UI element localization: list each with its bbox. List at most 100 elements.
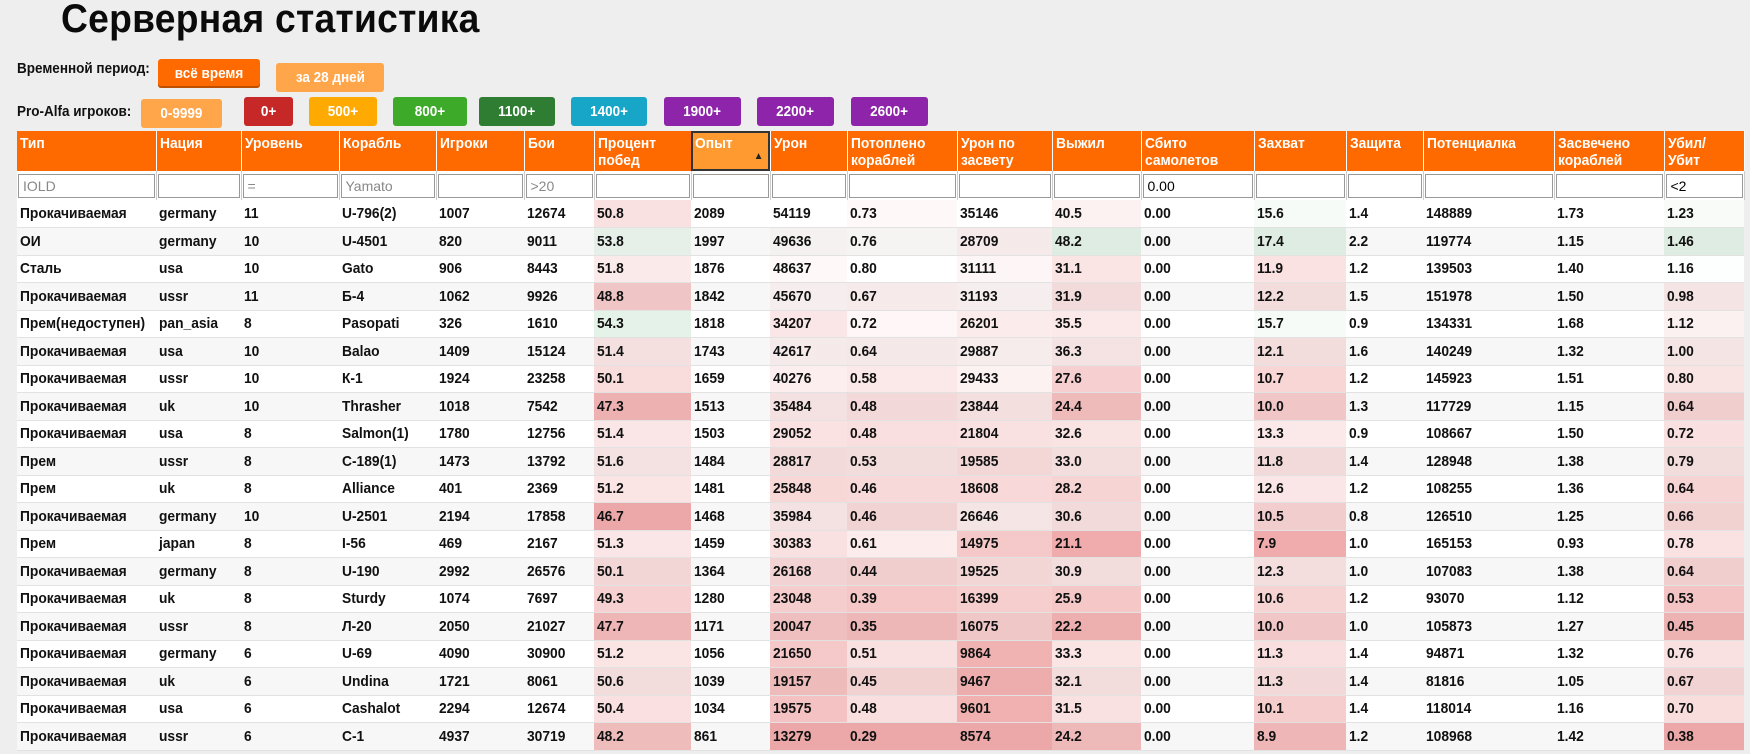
filter-capture-input[interactable] [1255, 173, 1345, 198]
filter-ships-spotted-input[interactable] [1555, 173, 1663, 198]
cell-capture: 15.7 [1254, 310, 1346, 338]
cell-ship: Alliance [339, 475, 436, 503]
cell-experience: 1171 [691, 612, 770, 641]
column-header-experience[interactable]: Опыт ▲ [691, 131, 771, 171]
cell-ships-sunk: 0.73 [847, 200, 957, 228]
column-header-ship[interactable]: Корабль [339, 131, 437, 171]
column-header-planes-shot[interactable]: Сбито самолетов [1141, 131, 1255, 171]
players-0-plus-button[interactable]: 0+ [244, 97, 293, 126]
column-header-capture[interactable]: Захват [1254, 131, 1347, 171]
cell-spotting-damage: 9601 [957, 695, 1052, 723]
column-header-damage[interactable]: Урон [770, 131, 848, 171]
column-header-players[interactable]: Игроки [436, 131, 525, 171]
filter-ships-sunk-input[interactable] [848, 173, 956, 198]
cell-experience: 1364 [691, 557, 770, 586]
cell-battles: 8443 [524, 255, 594, 283]
cell-win-rate: 51.4 [594, 337, 691, 366]
column-header-tier[interactable]: Уровень [241, 131, 340, 171]
cell-experience: 1056 [691, 640, 770, 668]
cell-damage: 19575 [770, 695, 847, 723]
players-1900-plus-button[interactable]: 1900+ [664, 97, 741, 126]
period-all-time-button[interactable]: всё время [158, 59, 260, 88]
cell-battles: 26576 [524, 557, 594, 586]
players-500-plus-button[interactable]: 500+ [309, 97, 377, 126]
filter-spotting-damage-input[interactable] [958, 173, 1051, 198]
cell-capture: 8.9 [1254, 722, 1346, 751]
filter-battles-input[interactable] [525, 173, 593, 198]
filter-survived-input[interactable] [1053, 173, 1140, 198]
filter-type-input[interactable] [18, 173, 155, 198]
filter-potential-damage-input[interactable] [1424, 173, 1553, 198]
column-header-nation[interactable]: Нация [156, 131, 242, 171]
column-header-type[interactable]: Тип [17, 131, 157, 171]
cell-potential-damage: 107083 [1423, 557, 1554, 586]
cell-experience: 1818 [691, 310, 770, 338]
period-28-days-button[interactable]: за 28 дней [276, 63, 384, 92]
cell-ships-sunk: 0.67 [847, 282, 957, 311]
cell-players: 1409 [436, 337, 524, 366]
column-header-defense[interactable]: Защита [1346, 131, 1424, 171]
column-header-kill-death[interactable]: Убил/ Убит [1664, 131, 1745, 171]
table-row: Прокачиваемая ussr 8 Л-20 2050 21027 47.7 1171 2… [17, 612, 1744, 641]
column-header-survived[interactable]: Выжил [1052, 131, 1142, 171]
cell-nation: ussr [156, 282, 241, 311]
filter-planes-shot-input[interactable] [1142, 173, 1253, 198]
column-header-win-rate[interactable]: Процент побед [594, 131, 692, 171]
cell-capture: 10.1 [1254, 695, 1346, 723]
cell-defense: 0.9 [1346, 310, 1423, 338]
filter-ship-input[interactable] [340, 173, 435, 198]
cell-tier: 11 [241, 282, 339, 311]
cell-defense: 1.2 [1346, 722, 1423, 751]
column-header-ships-sunk[interactable]: Потоплено кораблей [847, 131, 958, 171]
filter-defense-input[interactable] [1347, 173, 1422, 198]
cell-type: Прем [17, 475, 156, 503]
players-800-plus-button[interactable]: 800+ [393, 97, 467, 126]
cell-defense: 1.2 [1346, 365, 1423, 393]
filter-damage-input[interactable] [771, 173, 846, 198]
filter-players-input[interactable] [437, 173, 523, 198]
cell-capture: 10.7 [1254, 365, 1346, 393]
cell-ship: С-189(1) [339, 447, 436, 476]
cell-nation: uk [156, 667, 241, 696]
players-1100-plus-button[interactable]: 1100+ [479, 97, 555, 126]
table-row: Прем japan 8 I-56 469 2167 51.3 1459 30383 0.61 14… [17, 530, 1744, 558]
cell-battles: 23258 [524, 365, 594, 393]
players-1400-plus-button[interactable]: 1400+ [571, 97, 647, 126]
cell-ships-sunk: 0.39 [847, 585, 957, 613]
cell-experience: 1876 [691, 255, 770, 283]
cell-type: Прокачиваемая [17, 365, 156, 393]
cell-damage: 35984 [770, 502, 847, 531]
cell-survived: 28.2 [1052, 475, 1141, 503]
column-header-spotting-damage[interactable]: Урон по засвету [957, 131, 1053, 171]
cell-battles: 7697 [524, 585, 594, 613]
cell-spotting-damage: 21804 [957, 420, 1052, 448]
cell-tier: 8 [241, 310, 339, 338]
filter-experience-input[interactable] [692, 173, 769, 198]
filter-kill-death-input[interactable] [1665, 173, 1743, 198]
filter-win-rate-input[interactable] [595, 173, 690, 198]
cell-potential-damage: 118014 [1423, 695, 1554, 723]
filter-nation-input[interactable] [157, 173, 240, 198]
cell-defense: 1.0 [1346, 530, 1423, 558]
cell-type: ОИ [17, 227, 156, 256]
cell-capture: 13.3 [1254, 420, 1346, 448]
cell-potential-damage: 145923 [1423, 365, 1554, 393]
cell-ships-spotted: 1.16 [1554, 695, 1664, 723]
column-header-potential-damage[interactable]: Потенциалка [1423, 131, 1555, 171]
cell-experience: 1997 [691, 227, 770, 256]
cell-type: Прокачиваемая [17, 392, 156, 421]
cell-ship: К-1 [339, 365, 436, 393]
column-header-battles[interactable]: Бои [524, 131, 595, 171]
cell-tier: 10 [241, 337, 339, 366]
players-2600-plus-button[interactable]: 2600+ [851, 97, 928, 126]
cell-players: 2992 [436, 557, 524, 586]
column-header-ships-spotted[interactable]: Засвечено кораблей [1554, 131, 1665, 171]
players-0-9999-button[interactable]: 0-9999 [141, 99, 222, 128]
cell-type: Прокачиваемая [17, 640, 156, 668]
cell-players: 1062 [436, 282, 524, 311]
players-2200-plus-button[interactable]: 2200+ [757, 97, 834, 126]
cell-win-rate: 53.8 [594, 227, 691, 256]
filter-tier-input[interactable] [242, 173, 338, 198]
cell-survived: 25.9 [1052, 585, 1141, 613]
cell-capture: 10.5 [1254, 502, 1346, 531]
